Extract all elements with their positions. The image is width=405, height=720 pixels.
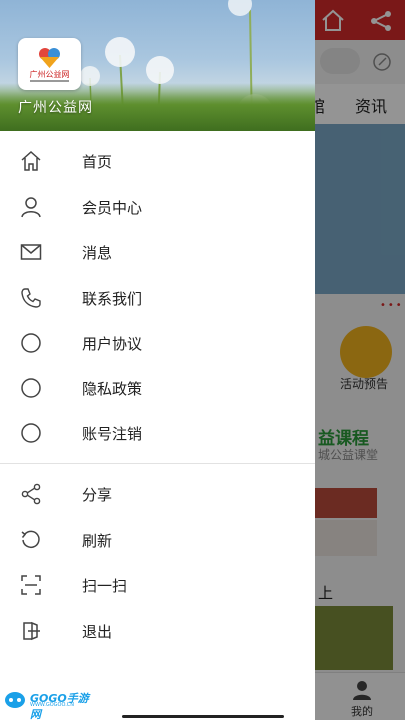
menu-label: 刷新 bbox=[82, 532, 113, 550]
exit-icon bbox=[23, 621, 40, 641]
menu-label: 扫一扫 bbox=[82, 577, 128, 595]
menu-label: 隐私政策 bbox=[82, 380, 143, 398]
phone-icon bbox=[21, 288, 41, 308]
menu-label: 账号注销 bbox=[82, 425, 143, 443]
menu-item-delete-account[interactable]: 账号注销 bbox=[0, 411, 315, 455]
menu-label: 会员中心 bbox=[82, 199, 143, 217]
watermark: GOGO手游网 WWW.GOGOO.CN bbox=[4, 690, 94, 720]
logo-heart-icon: 广州公益网 bbox=[30, 48, 70, 82]
refresh-icon bbox=[21, 530, 40, 549]
menu-item-share[interactable]: 分享 bbox=[0, 472, 315, 516]
user-icon bbox=[21, 197, 41, 218]
menu-item-user-agreement[interactable]: 用户协议 bbox=[0, 321, 315, 365]
mail-icon bbox=[20, 244, 42, 260]
menu-label: 联系我们 bbox=[82, 290, 143, 308]
menu-label: 用户协议 bbox=[82, 335, 143, 353]
menu-label: 首页 bbox=[82, 153, 113, 171]
circle-icon bbox=[21, 378, 41, 398]
logo-text: 广州公益网 bbox=[30, 69, 70, 79]
navigation-drawer: 广州公益网 广州公益网 首页 会员中心 消息 联系我们 用户协议 隐私政策 账号… bbox=[0, 0, 315, 720]
drawer-title: 广州公益网 bbox=[18, 100, 93, 116]
menu-item-messages[interactable]: 消息 bbox=[0, 230, 315, 274]
menu-label: 分享 bbox=[82, 486, 113, 504]
menu-item-exit[interactable]: 退出 bbox=[0, 609, 315, 653]
menu-label: 消息 bbox=[82, 244, 113, 262]
menu-item-scan[interactable]: 扫一扫 bbox=[0, 563, 315, 607]
menu-item-home[interactable]: 首页 bbox=[0, 139, 315, 183]
circle-icon bbox=[21, 333, 41, 353]
watermark-sub: WWW.GOGOO.CN bbox=[30, 702, 75, 708]
app-logo: 广州公益网 bbox=[18, 38, 81, 90]
menu-label: 退出 bbox=[82, 623, 113, 641]
menu-item-contact-us[interactable]: 联系我们 bbox=[0, 276, 315, 320]
scan-icon bbox=[21, 575, 41, 595]
home-icon bbox=[21, 150, 41, 171]
menu-item-privacy-policy[interactable]: 隐私政策 bbox=[0, 366, 315, 410]
menu-item-refresh[interactable]: 刷新 bbox=[0, 518, 315, 562]
menu-divider bbox=[0, 463, 315, 464]
home-indicator[interactable] bbox=[122, 715, 284, 718]
share-icon bbox=[21, 483, 41, 505]
menu-item-member-center[interactable]: 会员中心 bbox=[0, 185, 315, 229]
circle-icon bbox=[21, 423, 41, 443]
drawer-header: 广州公益网 广州公益网 bbox=[0, 0, 315, 131]
gamepad-icon bbox=[5, 692, 25, 708]
